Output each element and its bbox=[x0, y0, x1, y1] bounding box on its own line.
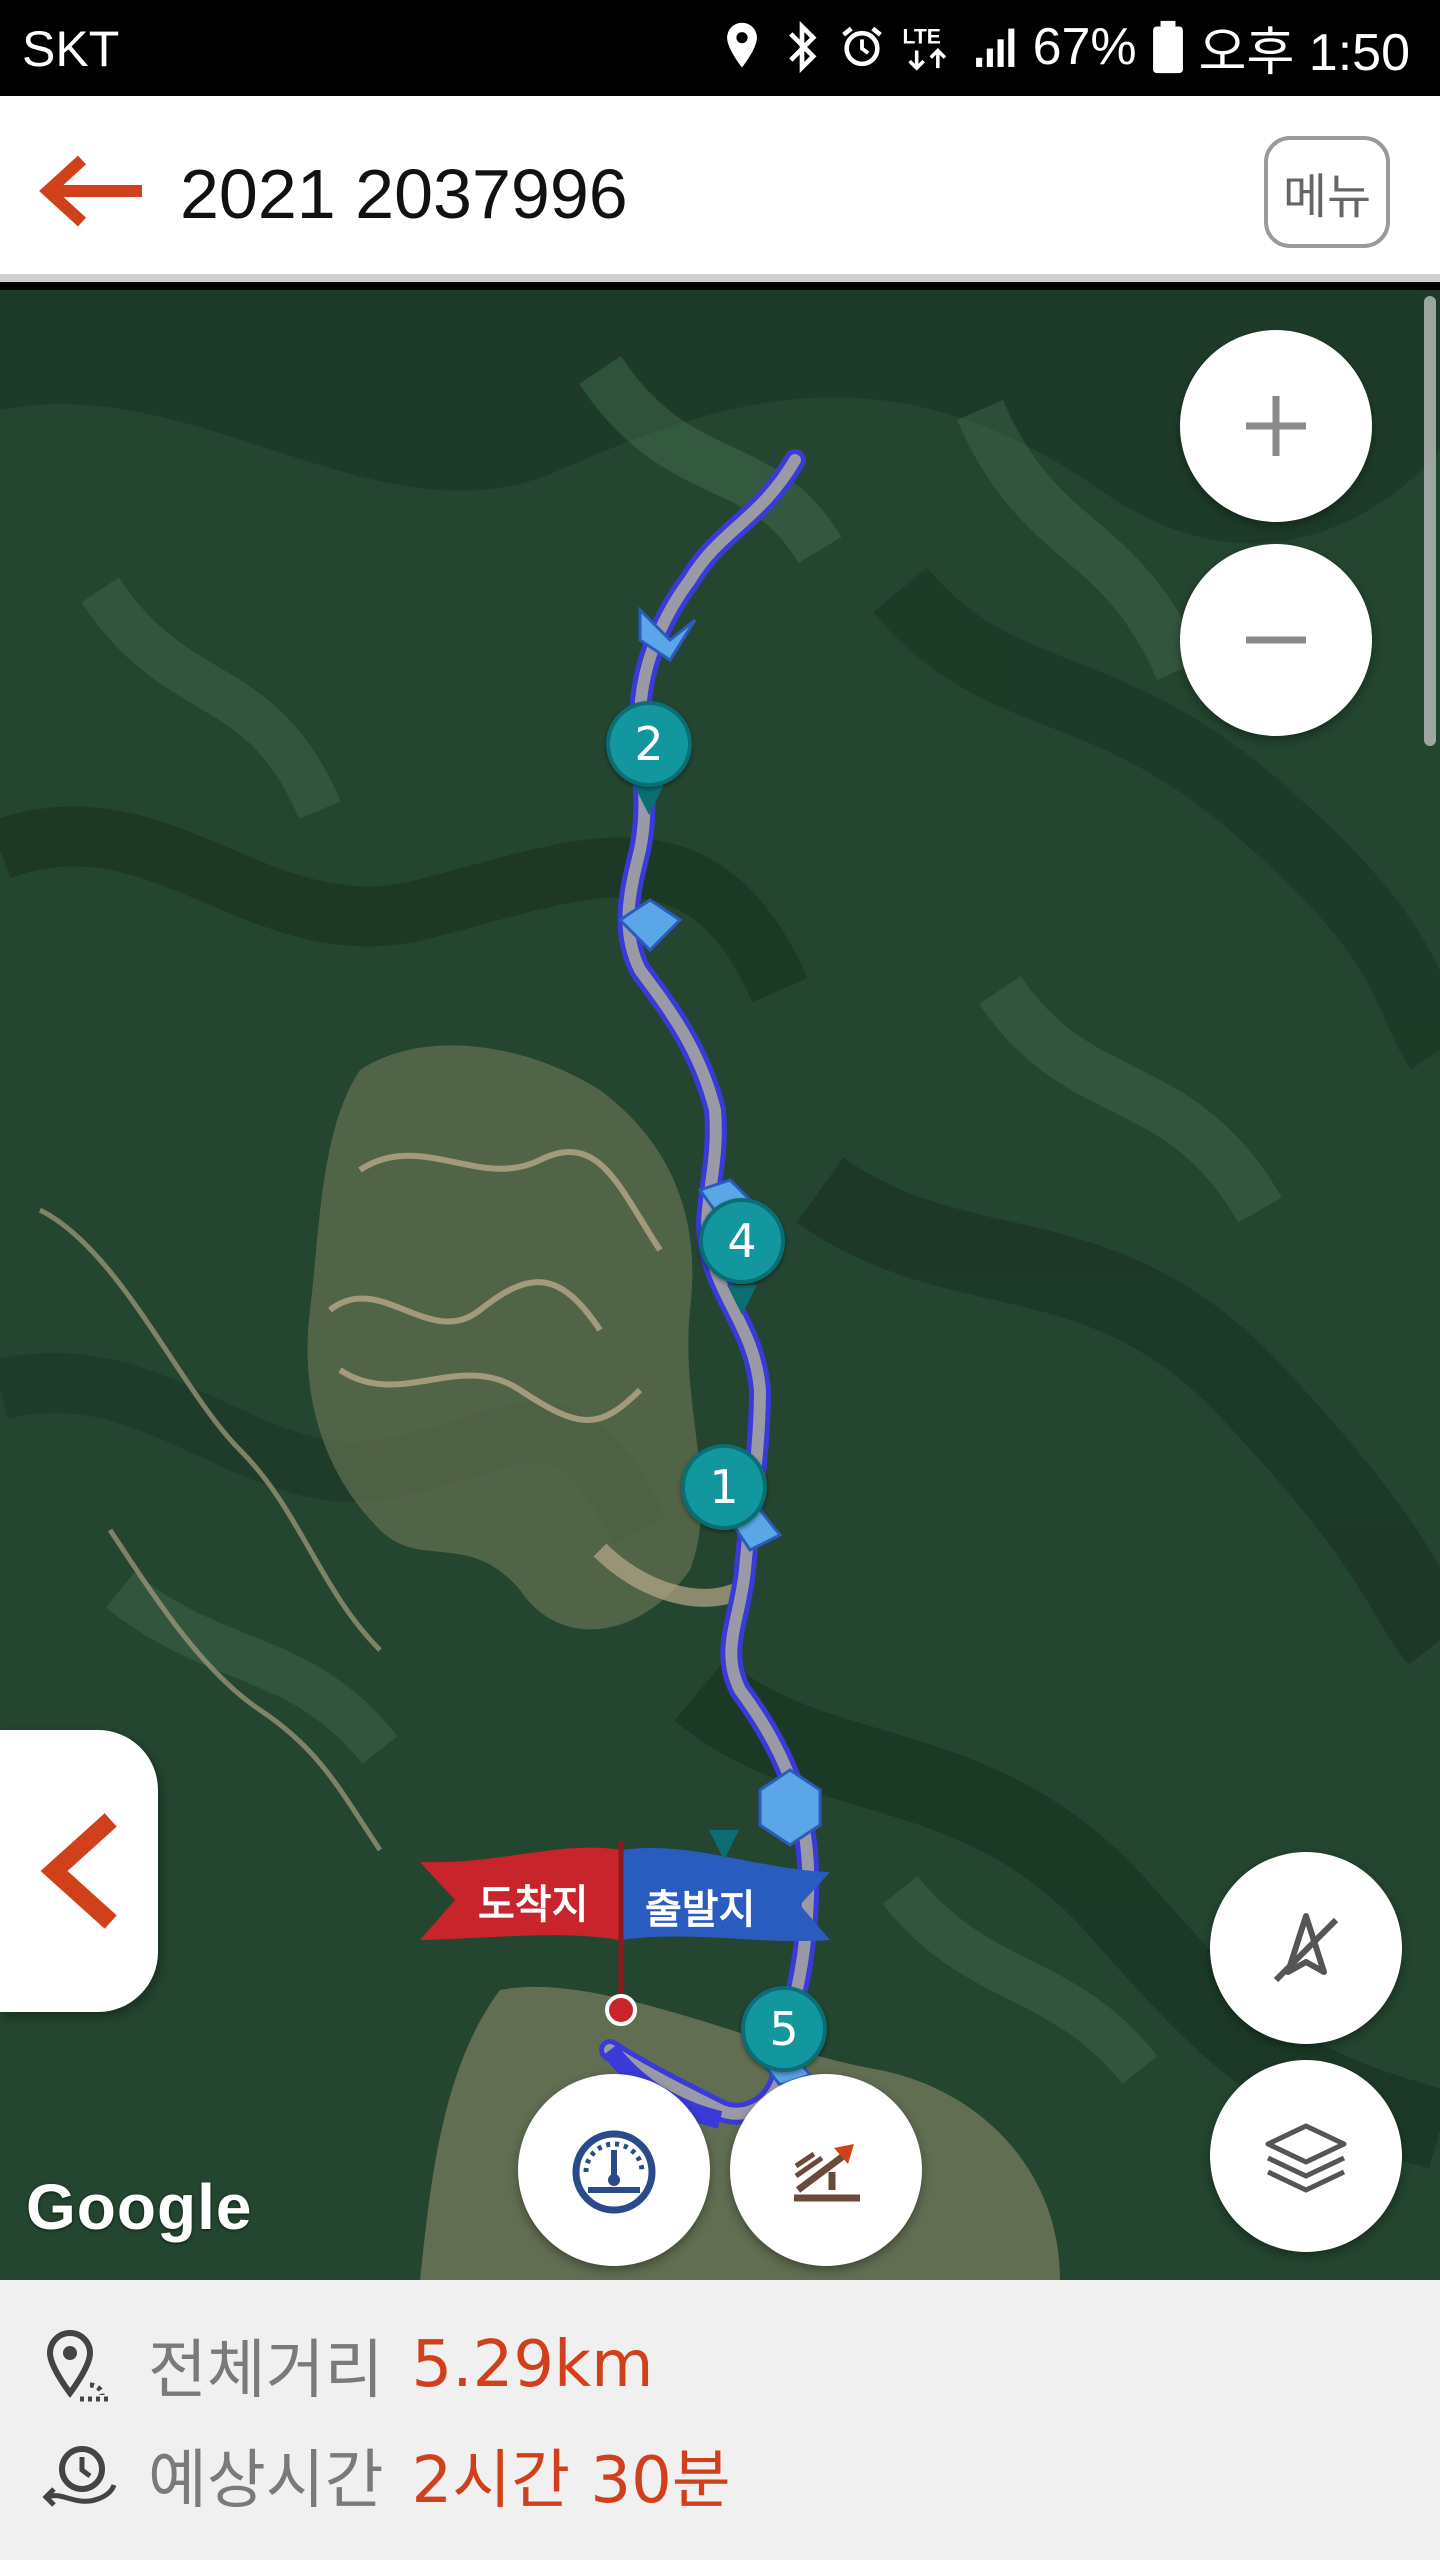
plus-icon bbox=[1246, 396, 1306, 456]
route-summary: 전체거리 5.29km 예상시간 2시간 30분 bbox=[0, 2280, 1440, 2560]
distance-pin-icon bbox=[40, 2325, 120, 2405]
elevation-button[interactable] bbox=[730, 2074, 922, 2266]
carrier-label: SKT bbox=[22, 21, 120, 77]
zoom-out-button[interactable] bbox=[1180, 544, 1372, 736]
chevron-left-icon bbox=[40, 1813, 117, 1929]
distance-row: 전체거리 5.29km bbox=[40, 2320, 653, 2410]
waypoint-marker[interactable]: 4 bbox=[699, 1198, 785, 1284]
elevation-icon bbox=[794, 2144, 860, 2202]
waypoint-marker[interactable]: 5 bbox=[741, 1986, 827, 2072]
start-flag-label[interactable]: 출발지 bbox=[645, 1877, 755, 1935]
time-value: 2시간 30분 bbox=[411, 2444, 731, 2518]
time-label: 예상시간 bbox=[148, 2444, 384, 2518]
status-icons: LTE 67% 오후 1:50 bbox=[719, 14, 1410, 82]
clock-route-icon bbox=[40, 2435, 120, 2515]
minus-icon bbox=[1246, 636, 1306, 644]
distance-label: 전체거리 bbox=[148, 2334, 384, 2408]
map-scrollbar[interactable] bbox=[1424, 296, 1436, 746]
waypoint-marker[interactable]: 2 bbox=[606, 701, 692, 787]
menu-button[interactable]: 메뉴 bbox=[1264, 136, 1390, 248]
status-bar: SKT LTE 67% 오후 1:50 bbox=[0, 0, 1440, 96]
lte-icon: LTE bbox=[899, 19, 959, 75]
bluetooth-icon bbox=[779, 19, 825, 75]
battery-percent: 67% bbox=[1032, 18, 1137, 76]
google-logo: Google bbox=[26, 2171, 253, 2243]
arrow-left-icon bbox=[39, 155, 142, 227]
layers-icon bbox=[1265, 2123, 1347, 2193]
side-panel-toggle[interactable] bbox=[0, 1730, 158, 2012]
clock: 오후 1:50 bbox=[1198, 23, 1410, 82]
end-flag-label[interactable]: 도착지 bbox=[478, 1872, 588, 1930]
compass-off-icon bbox=[1273, 1913, 1339, 1983]
battery-icon bbox=[1151, 19, 1185, 75]
speedometer-button[interactable] bbox=[518, 2074, 710, 2266]
speedometer-icon bbox=[572, 2130, 656, 2214]
zoom-in-button[interactable] bbox=[1180, 330, 1372, 522]
location-icon bbox=[719, 19, 765, 75]
app-bar: 2021 2037996 메뉴 bbox=[0, 96, 1440, 282]
compass-button[interactable] bbox=[1210, 1852, 1402, 2044]
time-row: 예상시간 2시간 30분 bbox=[40, 2430, 731, 2520]
waypoint-marker[interactable]: 1 bbox=[681, 1444, 767, 1530]
layers-button[interactable] bbox=[1210, 2060, 1402, 2252]
distance-value: 5.29km bbox=[411, 2328, 654, 2402]
page-title: 2021 2037996 bbox=[180, 155, 628, 233]
alarm-icon bbox=[839, 19, 885, 75]
back-button[interactable] bbox=[30, 146, 150, 236]
signal-icon bbox=[973, 19, 1019, 75]
svg-text:LTE: LTE bbox=[902, 25, 940, 48]
map-view[interactable]: 2 4 1 5 도착지 출발지 Google bbox=[0, 290, 1440, 2280]
